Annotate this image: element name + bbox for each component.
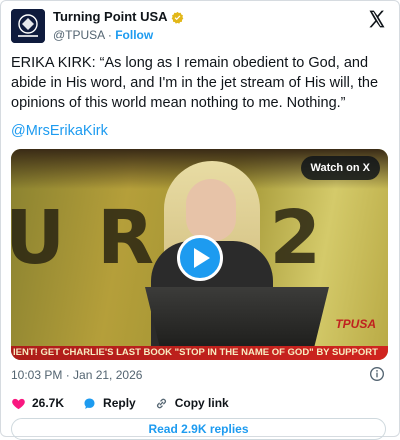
copy-link-label: Copy link bbox=[174, 396, 229, 410]
like-count: 26.7K bbox=[32, 396, 65, 410]
avatar[interactable] bbox=[11, 9, 45, 43]
tpusa-logo-icon bbox=[11, 9, 45, 43]
stage-logo: TPUSA bbox=[335, 317, 376, 331]
play-icon bbox=[194, 248, 210, 268]
reply-button[interactable]: Reply bbox=[82, 396, 136, 411]
author-info: Turning Point USA @TPUSA · Follow bbox=[53, 9, 184, 43]
separator-dot: · bbox=[107, 28, 112, 42]
reply-icon bbox=[84, 398, 95, 409]
lectern bbox=[145, 287, 329, 347]
author-handle-row: @TPUSA · Follow bbox=[53, 27, 184, 43]
speaker-face bbox=[186, 179, 236, 241]
mention-link[interactable]: @MrsErikaKirk bbox=[11, 123, 108, 139]
video-player[interactable]: UR02 TPUSA IENT! GET CHARLIE'S LAST BOOK… bbox=[11, 149, 388, 360]
tweet-actions: 26.7K Reply Copy link bbox=[11, 394, 247, 412]
x-logo-icon[interactable] bbox=[367, 9, 387, 29]
follow-button[interactable]: Follow bbox=[115, 28, 153, 42]
tweet-card: Turning Point USA @TPUSA · Follow ERIKA … bbox=[0, 0, 400, 440]
author-handle[interactable]: @TPUSA bbox=[53, 28, 105, 42]
like-button[interactable]: 26.7K bbox=[11, 396, 64, 411]
tweet-header: Turning Point USA @TPUSA · Follow bbox=[11, 9, 391, 45]
ticker-banner: IENT! GET CHARLIE'S LAST BOOK "STOP IN T… bbox=[11, 346, 388, 360]
tweet-timestamp[interactable]: 10:03 PM · Jan 21, 2026 bbox=[11, 368, 142, 382]
author-name-row[interactable]: Turning Point USA bbox=[53, 9, 184, 25]
play-button[interactable] bbox=[177, 235, 223, 281]
verified-badge-icon bbox=[171, 11, 183, 24]
copy-link-button[interactable]: Copy link bbox=[154, 396, 229, 411]
author-display-name[interactable]: Turning Point USA bbox=[53, 9, 168, 25]
watch-on-x-button[interactable]: Watch on X bbox=[300, 156, 380, 180]
info-icon[interactable] bbox=[369, 366, 385, 382]
reply-label: Reply bbox=[103, 396, 136, 410]
tweet-text: ERIKA KIRK: “As long as I remain obedien… bbox=[11, 55, 379, 111]
link-icon bbox=[156, 398, 166, 408]
heart-icon bbox=[12, 398, 25, 409]
